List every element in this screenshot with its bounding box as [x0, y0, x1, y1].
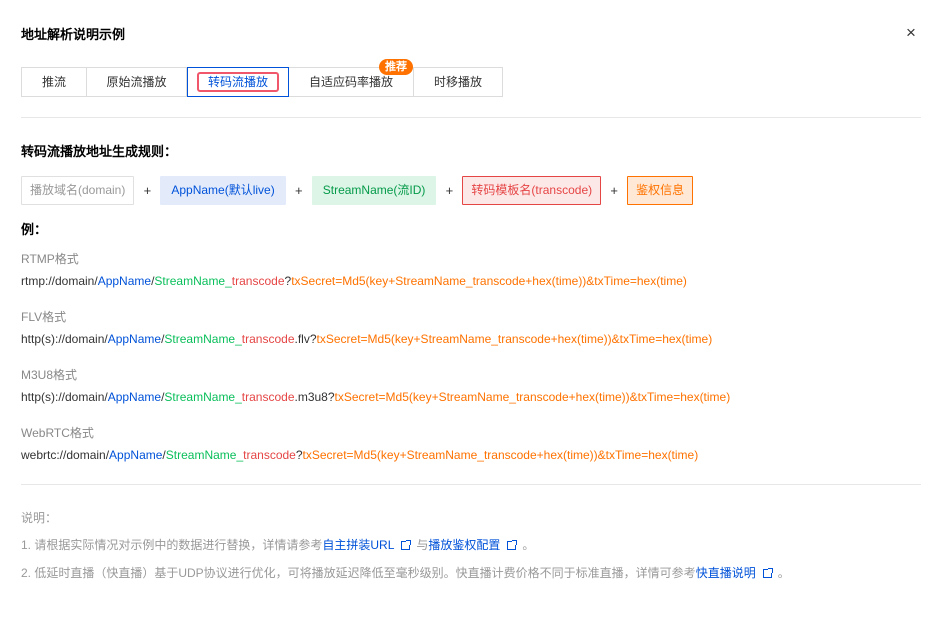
url-example: rtmp://domain/AppName/StreamName_transco…: [21, 274, 687, 288]
external-link-icon[interactable]: [507, 540, 518, 550]
note-text: 与: [416, 538, 429, 552]
tab-adaptive-bitrate[interactable]: 自适应码率播放 推荐: [289, 59, 414, 97]
tab-bar: 推流 原始流播放 转码流播放 自适应码率播放 推荐 时移播放: [21, 59, 503, 97]
plus-sign: +: [445, 183, 454, 198]
url-segment-stream: StreamName_: [165, 448, 244, 462]
rule-heading: 转码流播放地址生成规则：: [21, 144, 178, 159]
note-text: 1. 请根据实际情况对示例中的数据进行替换，详情请参考: [21, 538, 323, 552]
divider: [21, 117, 921, 118]
format-label: M3U8格式: [21, 368, 78, 382]
auth-chip: 鉴权信息: [627, 176, 694, 205]
url-segment-stream: StreamName_: [164, 332, 242, 346]
appname-chip: AppName(默认live): [160, 176, 286, 205]
url-segment-plain: ?: [295, 448, 303, 462]
url-example: webrtc://domain/AppName/StreamName_trans…: [21, 448, 698, 462]
format-label: WebRTC格式: [21, 426, 94, 440]
url-segment-auth: txSecret=Md5(key+StreamName_transcode+he…: [302, 448, 699, 462]
plus-sign: +: [610, 183, 618, 198]
tab-transcode-play[interactable]: 转码流播放: [187, 67, 289, 97]
url-segment-auth: txSecret=Md5(key+StreamName_transcode+he…: [291, 274, 687, 288]
tab-push[interactable]: 推流: [21, 67, 87, 97]
tab-original-play[interactable]: 原始流播放: [87, 67, 187, 97]
dialog-title: 地址解析说明示例: [21, 27, 126, 42]
url-segment-app: AppName: [109, 448, 163, 462]
external-link-icon[interactable]: [762, 568, 773, 578]
url-example: http(s)://domain/AppName/StreamName_tran…: [21, 332, 712, 346]
url-segment-auth: txSecret=Md5(key+StreamName_transcode+he…: [334, 390, 731, 404]
url-segment-stream: StreamName_: [154, 274, 232, 288]
plus-sign: +: [294, 183, 303, 198]
url-segment-trans: transcode: [241, 332, 295, 346]
example-label: 例：: [21, 222, 48, 237]
url-segment-app: AppName: [107, 390, 162, 404]
url-segment-trans: transcode: [241, 390, 295, 404]
domain-chip: 播放域名(domain): [21, 176, 135, 205]
url-segment-plain: .flv?: [294, 332, 317, 346]
streamname-chip: StreamName(流ID): [311, 176, 437, 205]
notes-heading: 说明：: [21, 511, 58, 525]
external-link-icon[interactable]: [401, 540, 412, 550]
tab-timeshift[interactable]: 时移播放: [414, 67, 503, 97]
rule-formula: 播放域名(domain) + AppName(默认live) + StreamN…: [21, 176, 694, 205]
leb-doc-link[interactable]: 快直播说明: [696, 566, 756, 580]
url-segment-trans: transcode: [243, 448, 296, 462]
close-icon[interactable]: ×: [906, 24, 916, 42]
url-segment-plain: .m3u8?: [294, 390, 335, 404]
custom-url-link[interactable]: 自主拼装URL: [322, 538, 394, 552]
plus-sign: +: [143, 183, 152, 198]
divider: [21, 484, 921, 485]
url-segment-app: AppName: [97, 274, 152, 288]
recommend-badge: 推荐: [379, 59, 413, 75]
note-text: 2. 低延时直播（快直播）基于UDP协议进行优化，可将播放延迟降低至毫秒级别。快…: [21, 566, 696, 580]
url-segment-plain: http(s)://domain/: [21, 332, 108, 346]
transcode-chip: 转码模板名(transcode): [462, 176, 602, 205]
url-segment-plain: rtmp://domain/: [21, 274, 98, 288]
url-segment-stream: StreamName_: [164, 390, 242, 404]
url-segment-plain: webrtc://domain/: [21, 448, 110, 462]
url-segment-plain: http(s)://domain/: [21, 390, 108, 404]
url-segment-trans: transcode: [231, 274, 285, 288]
note-2: 2. 低延时直播（快直播）基于UDP协议进行优化，可将播放延迟降低至毫秒级别。快…: [21, 564, 790, 581]
note-1: 1. 请根据实际情况对示例中的数据进行替换，详情请参考自主拼装URL 与播放鉴权配…: [21, 536, 534, 553]
play-auth-config-link[interactable]: 播放鉴权配置: [428, 538, 500, 552]
tab-label: 转码流播放: [196, 72, 279, 92]
url-example: http(s)://domain/AppName/StreamName_tran…: [21, 390, 730, 404]
url-segment-app: AppName: [107, 332, 162, 346]
format-label: RTMP格式: [21, 252, 79, 266]
url-segment-auth: txSecret=Md5(key+StreamName_transcode+he…: [316, 332, 713, 346]
note-text: 。: [777, 566, 790, 580]
tab-label: 自适应码率播放: [308, 75, 393, 89]
note-text: 。: [522, 538, 535, 552]
format-label: FLV格式: [21, 310, 67, 324]
